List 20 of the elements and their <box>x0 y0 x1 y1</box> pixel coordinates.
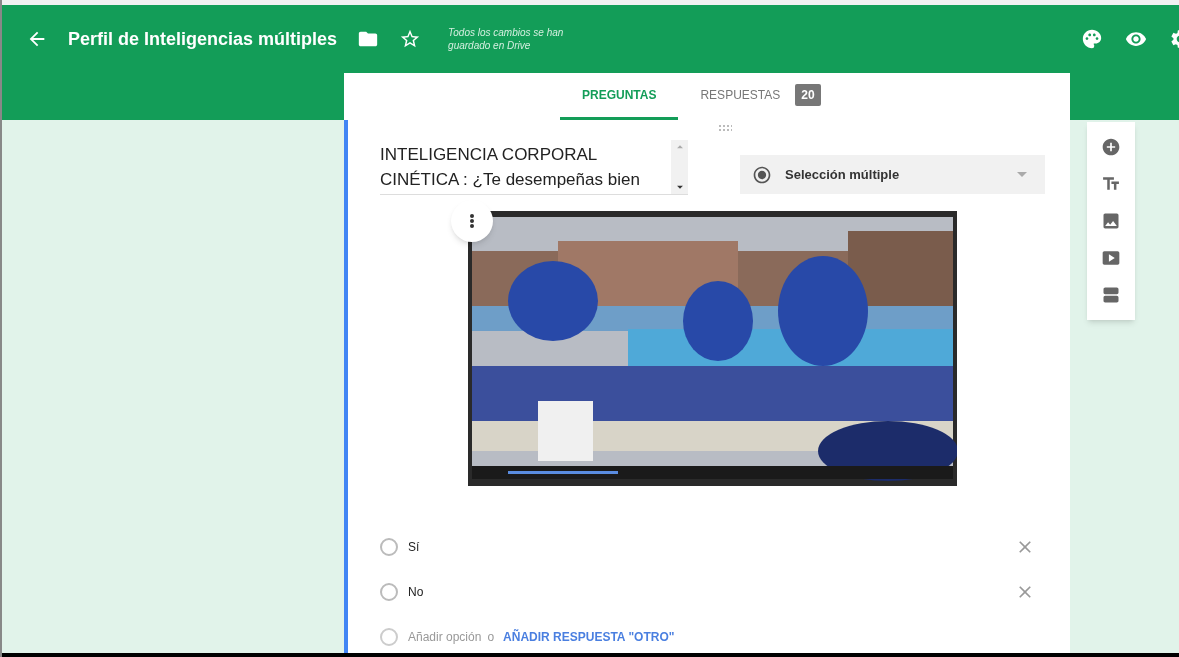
drag-handle-icon[interactable] <box>718 124 732 132</box>
question-title-line: INTELIGENCIA CORPORAL <box>380 144 599 166</box>
separator-text: o <box>487 628 495 646</box>
save-status: Todos los cambios se han guardado en Drive <box>448 26 565 52</box>
form-title: Perfil de Inteligencias múltiples <box>68 27 338 51</box>
caret-icon <box>1017 172 1027 177</box>
count-badge: 20 <box>795 84 821 106</box>
more-button[interactable] <box>451 200 493 242</box>
radio-icon <box>752 164 772 185</box>
tab[interactable]: RESPUESTAS 20 <box>678 73 843 120</box>
star-icon[interactable] <box>399 28 422 50</box>
question-title-field[interactable]: INTELIGENCIA CORPORAL CINÉTICA : ¿Te desempeñas bien <box>380 140 688 195</box>
more-icon <box>470 214 474 228</box>
option-label[interactable]: Sí <box>408 537 1015 556</box>
option-label[interactable]: No <box>408 582 1015 601</box>
question-title-line: CINÉTICA : ¿Te desempeñas bien <box>380 169 641 191</box>
palette-icon[interactable] <box>1081 28 1103 50</box>
question-type-dropdown[interactable]: Selección múltiple <box>740 155 1045 194</box>
section-icon[interactable] <box>1101 285 1121 306</box>
add-other-link[interactable]: AÑADIR RESPUESTA "OTRO" <box>503 627 675 646</box>
